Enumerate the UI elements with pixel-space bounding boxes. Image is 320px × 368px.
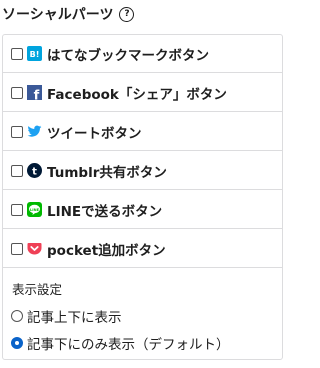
tumblr-icon: t — [27, 163, 42, 178]
label-tweet: ツイートボタン — [47, 125, 142, 142]
radio-option-bottom-only[interactable]: 記事下にのみ表示（デフォルト） — [11, 333, 230, 353]
checkbox-line[interactable] — [11, 203, 23, 216]
facebook-icon: f — [27, 85, 42, 100]
label-line: LINEで送るボタン — [47, 203, 163, 220]
option-facebook-share[interactable]: f Facebook「シェア」ボタン — [3, 74, 282, 112]
label-tumblr: Tumblr共有ボタン — [47, 164, 167, 181]
twitter-icon — [27, 124, 42, 139]
help-icon[interactable]: ? — [119, 6, 135, 22]
checkbox-facebook-share[interactable] — [11, 86, 23, 99]
option-line[interactable]: LINE LINEで送るボタン — [3, 191, 282, 229]
checkbox-tumblr[interactable] — [11, 164, 23, 177]
pocket-icon — [27, 241, 42, 256]
social-parts-panel: B! はてなブックマークボタン f Facebook「シェア」ボタン ツイートボ… — [2, 34, 283, 360]
hatena-icon-text: B! — [30, 50, 40, 59]
tumblr-icon-text: t — [32, 167, 37, 178]
checkbox-pocket[interactable] — [11, 242, 23, 255]
social-parts-heading: ソーシャルパーツ ? — [2, 4, 135, 24]
label-facebook-share: Facebook「シェア」ボタン — [47, 86, 227, 103]
label-hatena-bookmark: はてなブックマークボタン — [47, 47, 209, 64]
display-settings-label: 表示設定 — [12, 282, 63, 297]
option-tumblr[interactable]: t Tumblr共有ボタン — [3, 152, 282, 190]
option-tweet[interactable]: ツイートボタン — [3, 113, 282, 151]
checkbox-tweet[interactable] — [11, 125, 23, 138]
radio-label-top-bottom: 記事上下に表示 — [27, 310, 122, 326]
option-hatena-bookmark[interactable]: B! はてなブックマークボタン — [3, 35, 282, 73]
option-pocket[interactable]: pocket追加ボタン — [3, 230, 282, 268]
radio-bottom-only[interactable] — [11, 337, 23, 349]
checkbox-hatena-bookmark[interactable] — [11, 47, 23, 60]
radio-label-bottom-only: 記事下にのみ表示（デフォルト） — [27, 337, 230, 353]
hatena-bookmark-icon: B! — [27, 46, 42, 61]
radio-option-top-bottom[interactable]: 記事上下に表示 — [11, 306, 122, 326]
label-pocket: pocket追加ボタン — [47, 242, 166, 259]
radio-top-bottom[interactable] — [11, 310, 23, 322]
facebook-icon-text: f — [34, 89, 40, 101]
section-title: ソーシャルパーツ — [2, 7, 114, 23]
line-icon-text: LINE — [30, 208, 40, 212]
line-icon: LINE — [27, 202, 42, 217]
